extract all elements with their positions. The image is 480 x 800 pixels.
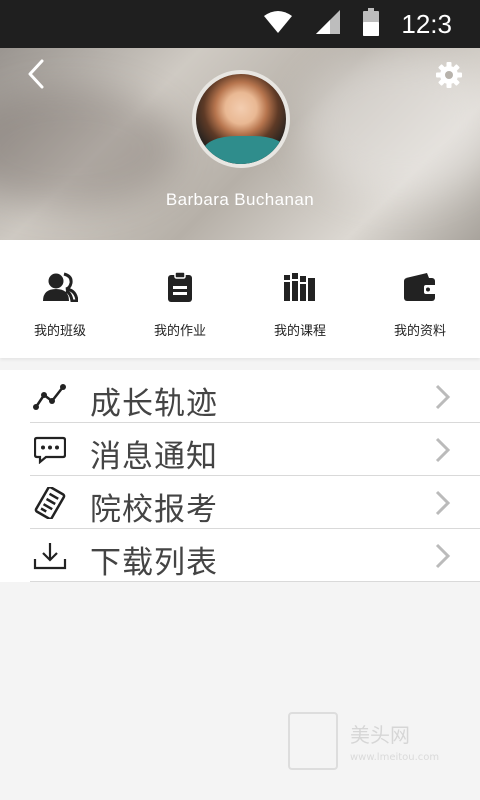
quick-link-my-homework[interactable]: 我的作业 [120, 240, 240, 358]
watermark: 美头网 www.lmeitou.com [288, 712, 439, 770]
watermark-text-block: 美头网 www.lmeitou.com [350, 719, 439, 763]
courses-books-icon [281, 268, 319, 306]
quick-link-label: 我的资料 [393, 324, 446, 339]
status-time: 12:3 [401, 8, 452, 39]
battery-icon [363, 8, 380, 40]
menu-item-download-list[interactable]: 下载列表 [0, 529, 480, 582]
status-icons: 12:3 [263, 0, 452, 48]
growth-trend-icon [32, 380, 68, 414]
quick-link-label: 我的课程 [273, 324, 326, 339]
chevron-right-icon [435, 490, 451, 516]
menu-item-label: 院校报考 [90, 492, 218, 528]
menu-list: 成长轨迹 消息通知 院校报考 下载列表 [0, 370, 480, 582]
profile-header: Barbara Buchanan [0, 48, 480, 240]
quick-link-my-class[interactable]: 我的班级 [0, 240, 120, 358]
status-bar: 12:3 [0, 0, 480, 48]
homework-clipboard-icon [161, 268, 199, 306]
settings-button[interactable] [432, 58, 466, 92]
application-form-icon [32, 486, 68, 520]
message-chat-icon [32, 433, 68, 467]
menu-item-label: 下载列表 [90, 545, 218, 581]
back-button[interactable] [18, 56, 54, 92]
quick-links: 我的班级 我的作业 我的课程 我的资料 [0, 240, 480, 358]
wifi-icon [263, 10, 293, 38]
watermark-name: 美头网 [350, 723, 410, 747]
chevron-right-icon [435, 437, 451, 463]
quick-link-label: 我的班级 [33, 324, 86, 339]
chevron-right-icon [435, 384, 451, 410]
avatar-photo [204, 136, 286, 164]
avatar[interactable] [192, 70, 290, 168]
quick-link-label: 我的作业 [153, 324, 206, 339]
chevron-right-icon [435, 543, 451, 569]
menu-item-growth-track[interactable]: 成长轨迹 [0, 370, 480, 423]
back-icon [28, 59, 44, 89]
profile-wallet-icon [401, 268, 439, 306]
signal-icon [315, 9, 341, 39]
username: Barbara Buchanan [165, 190, 315, 209]
watermark-logo-icon [288, 712, 338, 770]
menu-item-notifications[interactable]: 消息通知 [0, 423, 480, 476]
download-icon [32, 539, 68, 573]
menu-item-label: 消息通知 [90, 439, 218, 475]
class-users-icon [41, 268, 79, 306]
menu-item-label: 成长轨迹 [90, 386, 218, 422]
quick-link-my-profile-data[interactable]: 我的资料 [360, 240, 480, 358]
settings-gear-icon [436, 62, 462, 88]
menu-item-college-application[interactable]: 院校报考 [0, 476, 480, 529]
quick-link-my-courses[interactable]: 我的课程 [240, 240, 360, 358]
watermark-url: www.lmeitou.com [350, 752, 440, 763]
